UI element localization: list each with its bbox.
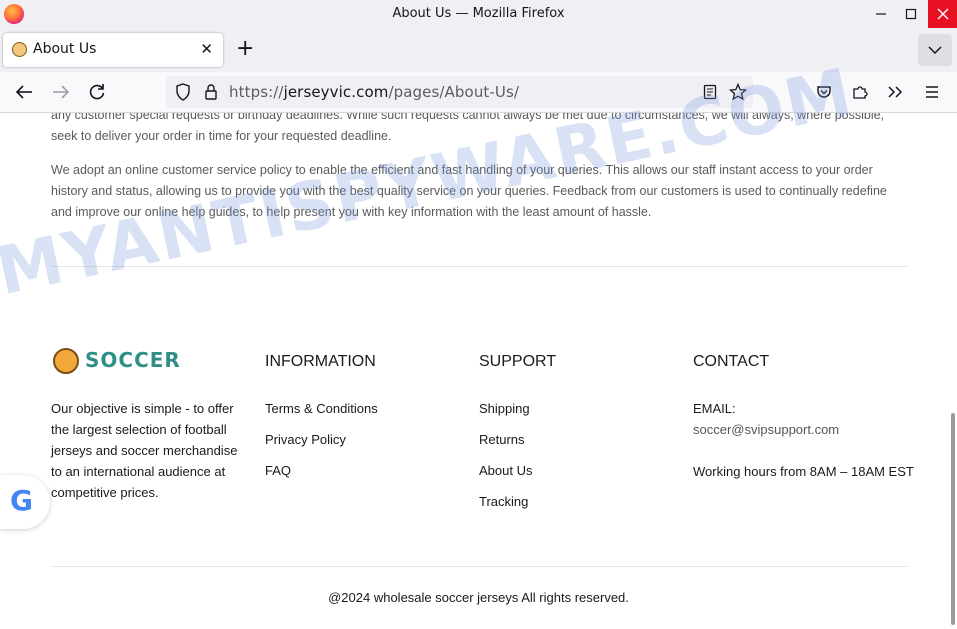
close-window-button[interactable] (928, 0, 957, 28)
url-scheme: https:// (229, 83, 284, 101)
link-returns[interactable]: Returns (479, 432, 525, 447)
extensions-puzzle-icon[interactable] (848, 80, 872, 104)
tracking-protection-shield-icon[interactable] (171, 80, 195, 104)
bookmark-star-icon[interactable] (726, 80, 750, 104)
new-tab-button[interactable]: + (236, 36, 254, 62)
lock-icon[interactable] (199, 80, 223, 104)
minimize-icon (876, 13, 886, 15)
tab-bar: About Us ✕ (0, 28, 957, 72)
page-content: any customer special requests or birthda… (0, 113, 957, 629)
link-about-us[interactable]: About Us (479, 463, 532, 478)
url-text[interactable]: https://jerseyvic.com/pages/About-Us/ (229, 83, 519, 101)
paragraph-customer-service: We adopt an online customer service poli… (51, 163, 887, 219)
link-privacy-policy[interactable]: Privacy Policy (265, 432, 346, 447)
google-g-icon: G (10, 484, 33, 517)
url-path: /pages/About-Us/ (388, 83, 520, 101)
link-terms-conditions[interactable]: Terms & Conditions (265, 401, 378, 416)
paragraph-deadlines: any customer special requests or birthda… (51, 113, 885, 143)
reload-icon (89, 84, 105, 100)
reader-view-icon[interactable] (698, 80, 722, 104)
more-tools-chevrons-icon[interactable] (883, 80, 907, 104)
soccer-ball-favicon-icon (12, 42, 27, 57)
maximize-button[interactable] (897, 0, 925, 28)
tab-close-icon[interactable]: ✕ (200, 40, 213, 58)
footer-about-text: Our objective is simple - to offer the l… (51, 401, 238, 500)
soccer-ball-icon (53, 348, 79, 374)
contact-email-link[interactable]: soccer@svipsupport.com (693, 422, 839, 437)
pocket-icon[interactable] (812, 80, 836, 104)
close-icon (937, 8, 948, 20)
maximize-icon (905, 8, 917, 20)
back-arrow-icon (15, 85, 32, 99)
reload-button[interactable] (85, 80, 109, 104)
scrollbar[interactable] (951, 413, 955, 625)
working-hours: Working hours from 8AM – 18AM EST (693, 464, 914, 479)
back-button[interactable] (12, 80, 36, 104)
tab-about-us[interactable]: About Us ✕ (3, 33, 223, 67)
support-heading: SUPPORT (479, 353, 557, 370)
hamburger-menu-icon[interactable] (920, 80, 944, 104)
chevron-down-icon (928, 46, 942, 55)
logo-text: SOCCER (85, 348, 181, 372)
soccer-logo[interactable]: SOCCER (51, 346, 181, 378)
link-shipping[interactable]: Shipping (479, 401, 530, 416)
url-host: jerseyvic.com (283, 83, 389, 101)
information-heading: INFORMATION (265, 353, 376, 370)
link-tracking[interactable]: Tracking (479, 494, 528, 509)
link-faq[interactable]: FAQ (265, 463, 291, 478)
title-bar: About Us — Mozilla Firefox (0, 0, 957, 28)
minimize-button[interactable] (867, 0, 895, 28)
divider (51, 266, 907, 267)
copyright-text: @2024 wholesale soccer jerseys All right… (328, 590, 629, 605)
contact-heading: CONTACT (693, 353, 770, 370)
email-label: EMAIL: (693, 401, 736, 416)
forward-arrow-icon (53, 85, 70, 99)
window-title: About Us — Mozilla Firefox (392, 6, 565, 21)
list-all-tabs-button[interactable] (918, 34, 952, 66)
google-reviews-badge[interactable]: G (0, 475, 50, 529)
forward-button[interactable] (49, 80, 73, 104)
footer-divider (51, 566, 907, 567)
tab-label: About Us (33, 41, 97, 57)
